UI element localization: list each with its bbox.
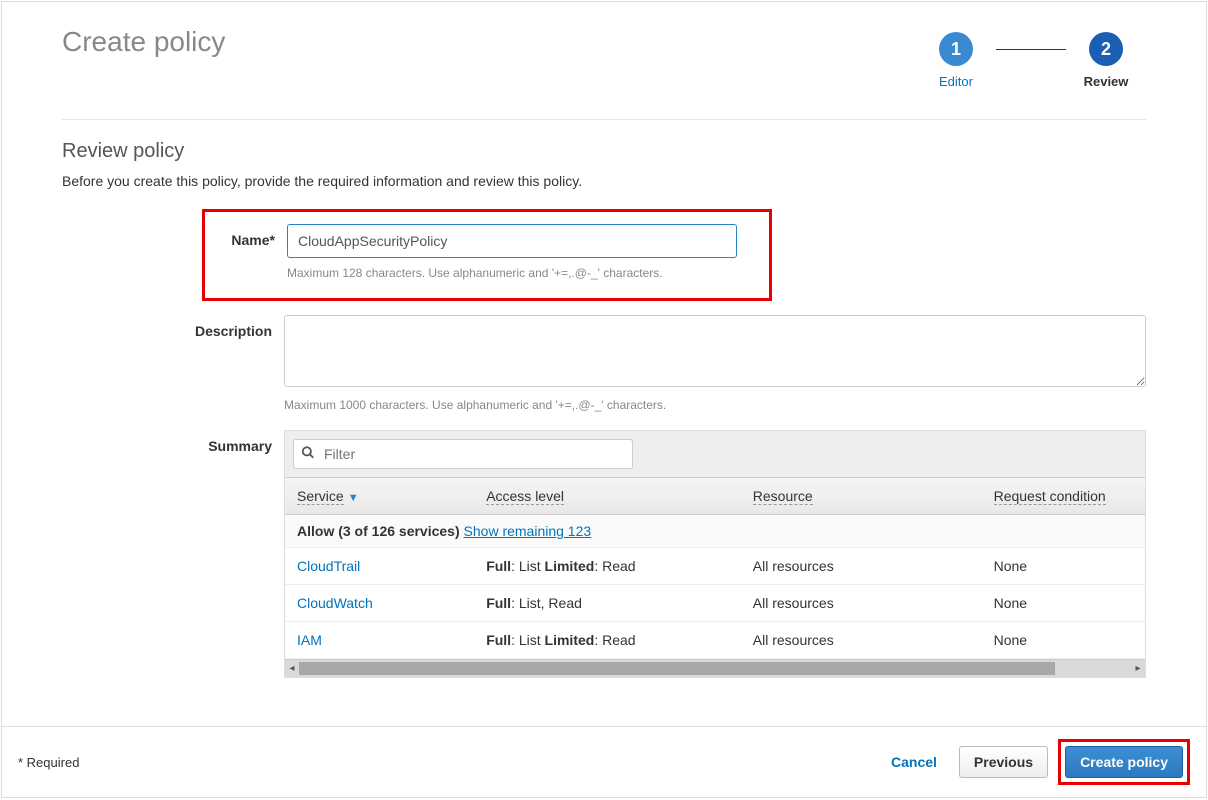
service-link-cloudwatch[interactable]: CloudWatch [297, 595, 373, 611]
resource-cell: All resources [741, 622, 982, 659]
divider [62, 119, 1146, 120]
summary-panel: Service▼ Access level Resource Request c… [284, 430, 1146, 678]
step-label-review: Review [1084, 74, 1129, 89]
allow-count: Allow (3 of 126 services) [297, 523, 460, 539]
page-title: Create policy [62, 26, 225, 58]
summary-label: Summary [62, 430, 272, 454]
scroll-right-icon[interactable]: ▸ [1131, 660, 1145, 677]
step-review: 2 Review [1066, 32, 1146, 89]
request-cell: None [982, 548, 1145, 585]
th-service[interactable]: Service▼ [285, 478, 474, 515]
required-note: * Required [18, 755, 79, 770]
sort-caret-icon: ▼ [348, 492, 359, 504]
th-access[interactable]: Access level [474, 478, 741, 515]
request-cell: None [982, 622, 1145, 659]
service-link-iam[interactable]: IAM [297, 632, 322, 648]
description-label: Description [62, 315, 272, 339]
resource-cell: All resources [741, 585, 982, 622]
wizard-stepper: 1 Editor 2 Review [916, 32, 1146, 89]
search-icon [301, 446, 315, 463]
scroll-thumb[interactable] [299, 662, 1055, 675]
highlight-create-button: Create policy [1058, 739, 1190, 785]
name-input[interactable] [287, 224, 737, 258]
step-connector [996, 49, 1066, 50]
show-remaining-link[interactable]: Show remaining 123 [464, 523, 592, 539]
table-row: IAM Full: List Limited: Read All resourc… [285, 622, 1145, 659]
allow-summary-row: Allow (3 of 126 services) Show remaining… [285, 515, 1145, 548]
access-cell: Full: List Limited: Read [474, 622, 741, 659]
request-cell: None [982, 585, 1145, 622]
highlight-name-field: Name* Maximum 128 characters. Use alphan… [202, 209, 772, 301]
resource-cell: All resources [741, 548, 982, 585]
section-desc: Before you create this policy, provide t… [62, 173, 1146, 189]
summary-table: Service▼ Access level Resource Request c… [285, 477, 1145, 659]
service-link-cloudtrail[interactable]: CloudTrail [297, 558, 360, 574]
step-editor[interactable]: 1 Editor [916, 32, 996, 89]
access-cell: Full: List Limited: Read [474, 548, 741, 585]
name-hint: Maximum 128 characters. Use alphanumeric… [287, 266, 737, 280]
th-resource[interactable]: Resource [741, 478, 982, 515]
table-row: CloudTrail Full: List Limited: Read All … [285, 548, 1145, 585]
horizontal-scrollbar[interactable]: ◂ ▸ [285, 659, 1145, 677]
create-policy-button[interactable]: Create policy [1065, 746, 1183, 778]
table-row: CloudWatch Full: List, Read All resource… [285, 585, 1145, 622]
step-circle-1: 1 [939, 32, 973, 66]
previous-button[interactable]: Previous [959, 746, 1048, 778]
description-input[interactable] [284, 315, 1146, 387]
scroll-left-icon[interactable]: ◂ [285, 660, 299, 677]
description-hint: Maximum 1000 characters. Use alphanumeri… [284, 398, 1146, 412]
filter-input[interactable] [293, 439, 633, 469]
th-request[interactable]: Request condition [982, 478, 1145, 515]
footer-bar: * Required Cancel Previous Create policy [2, 726, 1206, 797]
access-cell: Full: List, Read [474, 585, 741, 622]
step-circle-2: 2 [1089, 32, 1123, 66]
section-title: Review policy [62, 140, 1146, 163]
name-label: Name* [205, 224, 275, 248]
cancel-button[interactable]: Cancel [879, 746, 949, 778]
step-label-editor: Editor [939, 74, 973, 89]
